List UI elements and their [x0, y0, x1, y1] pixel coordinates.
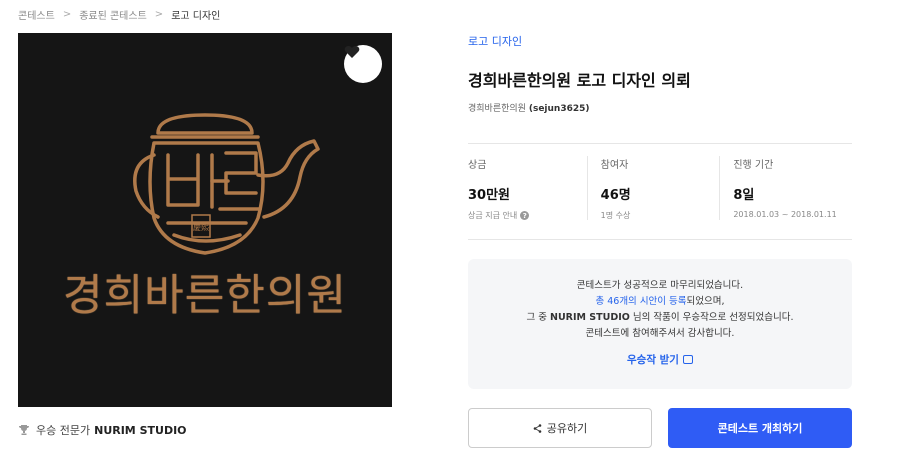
breadcrumb-ended-contest[interactable]: 종료된 콘테스트 [79, 7, 147, 22]
owner-id: (sejun3625) [528, 104, 590, 114]
breadcrumb-logo-design[interactable]: 로고 디자인 [171, 7, 220, 22]
divider [468, 239, 852, 240]
get-winning-design-label: 우승작 받기 [627, 354, 679, 366]
divider [468, 143, 852, 144]
teapot-logo-graphic: 慶熙 [133, 113, 320, 255]
share-button[interactable]: 공유하기 [468, 408, 652, 448]
winner-info: 우승 전문가 NURIM STUDIO [18, 422, 187, 438]
breadcrumb: 콘테스트 > 종료된 콘테스트 > 로고 디자인 [18, 6, 220, 22]
notice-line-2: 총 46개의 시안이 등록되었으며, [468, 294, 852, 310]
contest-complete-notice: 콘테스트가 성공적으로 마무리되었습니다. 총 46개의 시안이 등록되었으며,… [468, 259, 852, 389]
host-contest-button[interactable]: 콘테스트 개최하기 [668, 408, 852, 448]
stat-duration: 진행 기간 8일 2018.01.03 ~ 2018.01.11 [719, 156, 852, 221]
notice-line-3-pre: 그 중 [526, 312, 551, 323]
stat-prize: 상금 30만원 상금 지급 안내 ? [468, 156, 587, 221]
stat-sub: 2018.01.03 ~ 2018.01.11 [733, 210, 837, 219]
stat-participants: 참여자 46명 1명 수상 [586, 156, 720, 221]
notice-winner-name: NURIM STUDIO [550, 312, 630, 323]
breadcrumb-contest[interactable]: 콘테스트 [18, 7, 55, 22]
stat-label: 진행 기간 [733, 160, 774, 171]
owner-name: 경희바른한의원 [468, 104, 526, 114]
notice-line-3-post: 님의 작품이 우승작으로 선정되었습니다. [629, 312, 794, 323]
seal-text: 慶熙 [193, 222, 209, 232]
favorite-button[interactable] [344, 45, 382, 83]
prize-payment-info[interactable]: 상금 지급 안내 ? [468, 210, 587, 221]
heart-icon [344, 46, 360, 58]
speech-bubble-icon [682, 355, 693, 364]
winning-design-image[interactable]: 慶熙 경희바른한의원 [18, 33, 392, 407]
notice-line-1: 콘테스트가 성공적으로 마무리되었습니다. [576, 280, 744, 291]
share-icon [533, 423, 542, 433]
breadcrumb-separator: > [154, 8, 164, 20]
stat-label: 상금 [468, 160, 487, 171]
stat-value: 8일 [733, 188, 755, 203]
notice-line-3: 그 중 NURIM STUDIO 님의 작품이 우승작으로 선정되었습니다. [468, 310, 852, 326]
contest-title: 경희바른한의원 로고 디자인 의뢰 [468, 71, 691, 90]
stat-sub: 1명 수상 [600, 211, 631, 220]
trophy-icon [19, 425, 29, 435]
winner-name[interactable]: NURIM STUDIO [94, 424, 186, 437]
notice-line-4: 콘테스트에 참여해주셔서 감사합니다. [585, 328, 735, 339]
contest-owner: 경희바른한의원 (sejun3625) [468, 101, 589, 114]
notice-line-2-rest: 되었으며, [686, 296, 725, 307]
stat-label: 참여자 [600, 160, 629, 171]
stat-value: 46명 [600, 188, 631, 203]
logo-wordmark: 경희바른한의원 [63, 271, 347, 321]
stat-value: 30만원 [468, 188, 511, 203]
winner-prefix: 우승 전문가 [36, 424, 91, 437]
info-icon[interactable]: ? [520, 211, 530, 220]
stat-sub: 상금 지급 안내 [468, 211, 518, 220]
breadcrumb-separator: > [62, 8, 72, 20]
contest-category[interactable]: 로고 디자인 [468, 33, 522, 49]
submissions-link[interactable]: 총 46개의 시안이 등록 [595, 296, 686, 307]
get-winning-design-button[interactable]: 우승작 받기 [627, 352, 693, 367]
contest-stats: 상금 30만원 상금 지급 안내 ? 참여자 46명 1명 수상 진행 기간 8… [468, 156, 852, 221]
share-label: 공유하기 [546, 422, 588, 435]
